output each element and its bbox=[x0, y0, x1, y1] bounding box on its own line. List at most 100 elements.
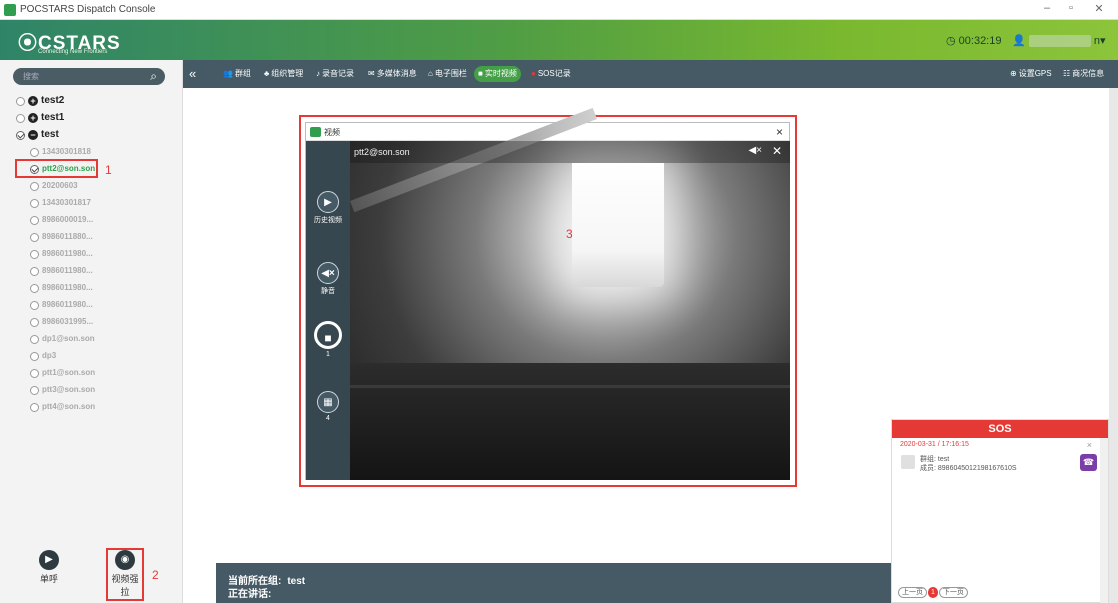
tree-group[interactable]: − test bbox=[16, 127, 59, 143]
restore-button[interactable]: ▫ bbox=[1062, 2, 1080, 14]
person-icon: 👤 bbox=[1012, 35, 1026, 47]
annotation-number-1: 1 bbox=[105, 163, 112, 177]
tree-member[interactable]: dp1@son.son bbox=[30, 331, 95, 347]
select-radio[interactable] bbox=[16, 113, 25, 123]
tree-group[interactable]: + test2 bbox=[16, 93, 64, 109]
video-feed-user: ptt2@son.son bbox=[354, 147, 410, 157]
select-radio[interactable] bbox=[30, 198, 39, 208]
video-scene-rail bbox=[350, 385, 790, 388]
select-radio[interactable] bbox=[30, 249, 39, 259]
user-menu[interactable]: 👤 n▾ bbox=[1012, 34, 1106, 48]
nav-live-video[interactable]: ■ 实时视频 bbox=[474, 66, 521, 82]
feed-mute-icon[interactable]: ◀× bbox=[748, 145, 762, 156]
sos-next-page[interactable]: 下一页 bbox=[938, 587, 968, 598]
nav-org[interactable]: ♣ 组织管理 bbox=[260, 66, 307, 82]
tree-member[interactable]: 8986011980... bbox=[30, 280, 93, 296]
tree-item-label: test2 bbox=[41, 95, 65, 107]
tree-member[interactable]: 13430301818 bbox=[30, 144, 91, 160]
gps-icon: ⊕ bbox=[1010, 69, 1017, 78]
tree-item-label: 8986031995... bbox=[42, 317, 94, 327]
info-icon: ☷ bbox=[1063, 69, 1071, 78]
minimize-button[interactable]: – bbox=[1038, 2, 1056, 14]
select-radio[interactable] bbox=[30, 402, 39, 412]
tree-member[interactable]: ptt3@son.son bbox=[30, 382, 95, 398]
sos-call-button[interactable]: ☎ bbox=[1080, 454, 1097, 471]
tree-item-label: 13430301818 bbox=[42, 147, 91, 157]
tree-member[interactable]: ptt4@son.son bbox=[30, 399, 95, 415]
select-radio[interactable] bbox=[30, 368, 39, 378]
select-radio[interactable] bbox=[30, 300, 39, 310]
tree-member[interactable]: 8986011880... bbox=[30, 229, 93, 245]
sos-dismiss-icon[interactable]: × bbox=[1087, 440, 1092, 450]
tree-member[interactable]: 20200603 bbox=[30, 178, 78, 194]
single-call-button[interactable]: ▶ 单呼 bbox=[37, 550, 61, 585]
close-window-button[interactable]: ✕ bbox=[1090, 2, 1108, 15]
expand-icon[interactable]: + bbox=[28, 113, 38, 124]
stop-count: 1 bbox=[326, 351, 330, 358]
stop-video-button[interactable]: ■ 1 bbox=[306, 321, 350, 358]
annotation-number-3: 3 bbox=[566, 227, 573, 241]
tree-member[interactable]: 8986011980... bbox=[30, 246, 93, 262]
tree-item-label: 8986011980... bbox=[42, 300, 93, 310]
set-gps-button[interactable]: ⊕ 设置GPS bbox=[1006, 66, 1056, 82]
expand-icon[interactable]: + bbox=[28, 96, 38, 107]
user-menu-caret: n▾ bbox=[1093, 35, 1106, 47]
tree-item-label: 8986011880... bbox=[42, 232, 93, 242]
select-radio[interactable] bbox=[30, 351, 39, 361]
collapse-sidebar-button[interactable]: « bbox=[189, 66, 196, 81]
select-radio[interactable] bbox=[30, 215, 39, 225]
video-app-icon bbox=[310, 127, 321, 137]
feed-close-icon[interactable]: ✕ bbox=[772, 144, 782, 158]
nav-groups[interactable]: 👥 群组 bbox=[219, 66, 255, 82]
session-timer: ◷ 00:32:19 bbox=[946, 35, 1002, 47]
nav-geofence[interactable]: ⌂ 电子围栏 bbox=[424, 66, 471, 82]
nav-multimedia[interactable]: ✉ 多媒体消息 bbox=[364, 66, 421, 82]
main-scrollbar[interactable] bbox=[1109, 88, 1118, 603]
select-radio[interactable] bbox=[30, 181, 39, 191]
select-radio[interactable] bbox=[16, 96, 25, 106]
select-radio[interactable] bbox=[30, 385, 39, 395]
nav-recordings[interactable]: ♪ 录音记录 bbox=[312, 66, 358, 82]
select-radio[interactable] bbox=[16, 130, 25, 140]
select-radio[interactable] bbox=[30, 334, 39, 344]
info-button[interactable]: ☷ 商况信息 bbox=[1059, 66, 1108, 82]
sos-current-page[interactable]: 1 bbox=[928, 587, 938, 598]
search-input[interactable]: 搜索 ⌕ bbox=[13, 68, 165, 85]
sos-scrollbar[interactable] bbox=[1100, 438, 1108, 603]
grid-layout-button[interactable]: ▦ 4 bbox=[306, 391, 350, 422]
video-window-close[interactable]: × bbox=[776, 125, 783, 139]
history-video-icon: ▶ bbox=[317, 191, 339, 213]
nav-bar: « 👥 群组 ♣ 组织管理 ♪ 录音记录 ✉ 多媒体消息 ⌂ 电子围栏 ■ 实时视频 ● SO… bbox=[183, 60, 1118, 88]
tree-group[interactable]: + test1 bbox=[16, 110, 64, 126]
select-radio[interactable] bbox=[30, 266, 39, 276]
video-side-toolbar: ▶ 历史视频 ◀× 静音 ■ 1 ▦ 4 bbox=[306, 141, 350, 480]
select-radio[interactable] bbox=[30, 232, 39, 242]
window-title: POCSTARS Dispatch Console bbox=[20, 4, 156, 15]
nav-live-video-label: 实时视频 bbox=[484, 69, 517, 78]
sos-icon: ● bbox=[531, 69, 536, 78]
tree-item-label: 8986011980... bbox=[42, 249, 93, 259]
tree-member[interactable]: 8986011980... bbox=[30, 263, 93, 279]
select-radio[interactable] bbox=[30, 317, 39, 327]
tree-member[interactable]: 8986031995... bbox=[30, 314, 93, 330]
tree-member[interactable]: 8986000019... bbox=[30, 212, 93, 228]
collapse-icon[interactable]: − bbox=[28, 130, 38, 141]
tree-member[interactable]: 13430301817 bbox=[30, 195, 91, 211]
history-video-button[interactable]: ▶ 历史视频 bbox=[306, 191, 350, 225]
select-radio[interactable] bbox=[30, 283, 39, 293]
fence-icon: ⌂ bbox=[428, 69, 433, 78]
nav-sos-records[interactable]: ● SOS记录 bbox=[527, 66, 575, 82]
sos-prev-page[interactable]: 上一页 bbox=[898, 587, 927, 598]
username-redacted bbox=[1028, 35, 1091, 48]
tree-member[interactable]: ptt1@son.son bbox=[30, 365, 95, 381]
tree-member[interactable]: dp3 bbox=[30, 348, 56, 364]
select-radio[interactable] bbox=[30, 147, 39, 157]
search-icon[interactable]: ⌕ bbox=[150, 69, 157, 84]
camera-icon: ■ bbox=[478, 69, 483, 78]
grid-icon: ▦ bbox=[317, 391, 339, 413]
mute-button[interactable]: ◀× 静音 bbox=[306, 262, 350, 296]
sos-pager: 上一页 1 下一页 bbox=[898, 587, 969, 598]
mute-label: 静音 bbox=[321, 288, 335, 295]
tree-member[interactable]: 8986011980... bbox=[30, 297, 93, 313]
annotation-box-2 bbox=[106, 548, 144, 601]
